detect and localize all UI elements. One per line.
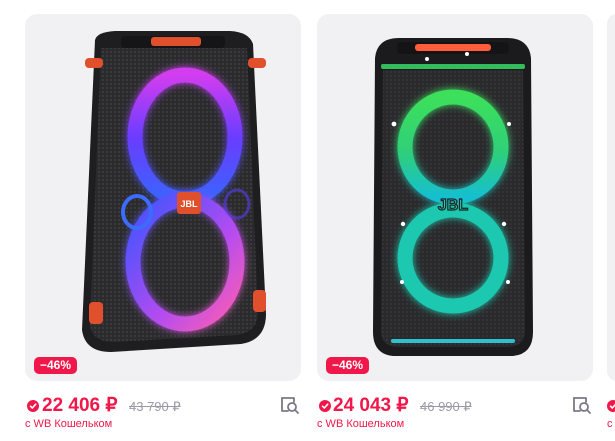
wb-wallet-icon [27, 400, 39, 412]
price-row [607, 394, 615, 420]
wallet-note: с WB Кошельком [317, 418, 405, 430]
price-row: 22 406 ₽ 43 790 ₽ [25, 394, 301, 420]
old-price: 43 790 ₽ [129, 399, 181, 414]
discount-badge: −46% [326, 357, 370, 374]
current-price: 22 406 ₽ [42, 395, 118, 416]
product-card[interactable]: JBL −46% 22 406 ₽ 43 790 ₽ с WB Кошелько… [25, 14, 301, 441]
wallet-note: с WB Кошельком [25, 418, 113, 430]
current-price: 24 043 ₽ [333, 395, 409, 416]
product-card[interactable]: JBL −46% 24 043 ₽ 46 990 ₽ с WB Кошелько… [317, 14, 593, 441]
compare-search-icon [281, 397, 299, 414]
product-image[interactable]: JBL −46% [317, 14, 593, 381]
wb-wallet-icon [607, 400, 615, 412]
svg-text:JBL: JBL [180, 199, 198, 209]
product-card[interactable]: с [607, 14, 615, 441]
compare-button[interactable] [278, 394, 300, 416]
svg-text:JBL: JBL [438, 197, 468, 214]
price-row: 24 043 ₽ 46 990 ₽ [317, 394, 593, 420]
wallet-note: с [607, 418, 613, 430]
old-price: 46 990 ₽ [420, 399, 472, 414]
wb-wallet-icon [319, 400, 331, 412]
product-image[interactable] [607, 14, 615, 381]
compare-button[interactable] [570, 394, 592, 416]
discount-badge: −46% [34, 357, 78, 374]
compare-search-icon [573, 397, 591, 414]
product-image[interactable]: JBL −46% [25, 14, 301, 381]
